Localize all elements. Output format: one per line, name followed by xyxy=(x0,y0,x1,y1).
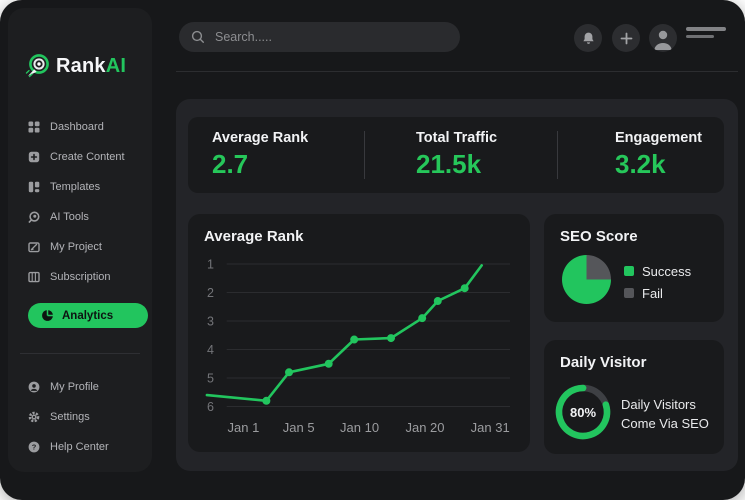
sidebar-divider xyxy=(20,353,140,354)
stat-value: 3.2k xyxy=(615,149,666,179)
svg-text:1: 1 xyxy=(207,258,214,272)
svg-text:Jan 31: Jan 31 xyxy=(471,420,510,435)
menu-button[interactable] xyxy=(686,27,726,38)
sidebar-item-settings[interactable]: Settings xyxy=(8,402,152,432)
gear-icon xyxy=(28,411,40,423)
daily-card-title: Daily Visitor xyxy=(560,354,647,371)
donut-percentage: 80% xyxy=(569,404,597,420)
svg-text:4: 4 xyxy=(207,343,214,357)
legend-item-success: Success xyxy=(624,260,691,282)
stat-label: Engagement xyxy=(615,130,703,146)
sidebar-item-dashboard[interactable]: Dashboard xyxy=(8,112,152,142)
svg-text:5: 5 xyxy=(207,372,214,386)
seo-score-card: SEO Score Success Fail xyxy=(544,214,724,322)
average-rank-line-chart: 1 2 3 4 5 6 Jan 1 Jan 5 Jan 10 Jan 20 Jan 31 xyxy=(205,258,510,435)
seo-card-title: SEO Score xyxy=(560,228,638,245)
help-icon: ? xyxy=(28,441,40,453)
success-swatch xyxy=(624,266,634,276)
seo-pie-chart xyxy=(562,255,611,304)
stat-value: 21.5k xyxy=(416,149,482,179)
fail-swatch xyxy=(624,288,634,298)
stat-label: Total Traffic xyxy=(416,130,498,146)
my-project-icon xyxy=(28,242,40,253)
ai-tools-icon xyxy=(28,211,40,223)
stats-card: Average Rank 2.7 Total Traffic 21.5k Eng… xyxy=(188,117,724,193)
sidebar-footer-nav: My Profile Settings ? Help Center xyxy=(8,372,152,462)
create-content-icon xyxy=(28,151,40,163)
svg-text:6: 6 xyxy=(207,400,214,414)
sidebar-item-subscription[interactable]: Subscription xyxy=(8,262,152,292)
plus-icon xyxy=(620,32,632,44)
sidebar-item-my-profile[interactable]: My Profile xyxy=(8,372,152,402)
header-divider xyxy=(176,71,738,72)
profile-icon xyxy=(28,381,40,393)
sidebar-item-help-center[interactable]: ? Help Center xyxy=(8,432,152,462)
svg-text:?: ? xyxy=(32,443,37,452)
search-input[interactable] xyxy=(213,29,448,45)
svg-text:2: 2 xyxy=(207,286,214,300)
stat-engagement: Engagement 3.2k xyxy=(557,117,724,193)
sidebar-item-analytics[interactable]: Analytics xyxy=(28,303,148,328)
daily-visitor-caption: Daily Visitors Come Via SEO xyxy=(621,397,709,431)
notifications-button[interactable] xyxy=(574,24,602,52)
average-rank-chart-card: Average Rank 1 2 3 4 5 6 Jan 1 Jan 5 Jan 10 Jan 2… xyxy=(188,214,530,452)
daily-visitor-donut: 80% xyxy=(553,382,613,442)
daily-visitor-card: Daily Visitor 80% Daily Visitors Come Vi… xyxy=(544,340,724,454)
search-icon xyxy=(191,30,204,43)
seo-legend: Success Fail xyxy=(624,260,691,304)
stat-divider xyxy=(557,131,558,179)
menu-icon xyxy=(686,27,726,31)
templates-icon xyxy=(28,181,40,193)
svg-text:Jan 1: Jan 1 xyxy=(228,420,260,435)
stat-average-rank: Average Rank 2.7 xyxy=(188,117,364,193)
sidebar: RankAI Dashboard Create Content Template… xyxy=(8,8,152,472)
rankai-logo-icon xyxy=(25,54,49,78)
sidebar-item-my-project[interactable]: My Project xyxy=(8,232,152,262)
bell-icon xyxy=(582,32,594,44)
stat-label: Average Rank xyxy=(212,130,309,146)
svg-text:Jan 10: Jan 10 xyxy=(340,420,379,435)
analytics-icon xyxy=(42,309,54,321)
svg-text:Jan 20: Jan 20 xyxy=(405,420,444,435)
search-bar[interactable] xyxy=(179,22,460,52)
stat-value: 2.7 xyxy=(212,149,249,179)
sidebar-item-templates[interactable]: Templates xyxy=(8,172,152,202)
brand-logo: RankAI xyxy=(8,8,152,80)
profile-button[interactable] xyxy=(649,24,677,52)
brand-name: RankAI xyxy=(56,54,127,77)
svg-text:Jan 5: Jan 5 xyxy=(283,420,315,435)
stat-divider xyxy=(364,131,365,179)
sidebar-nav: Dashboard Create Content Templates AI To… xyxy=(8,112,152,328)
subscription-icon xyxy=(28,271,40,283)
app-window: RankAI Dashboard Create Content Template… xyxy=(0,0,745,500)
sidebar-item-ai-tools[interactable]: AI Tools xyxy=(8,202,152,232)
avatar-icon xyxy=(654,30,672,50)
main-panel: Average Rank 2.7 Total Traffic 21.5k Eng… xyxy=(176,99,738,471)
add-button[interactable] xyxy=(612,24,640,52)
legend-item-fail: Fail xyxy=(624,282,691,304)
dashboard-icon xyxy=(28,121,40,133)
sidebar-item-create-content[interactable]: Create Content xyxy=(8,142,152,172)
svg-text:3: 3 xyxy=(207,315,214,329)
stat-total-traffic: Total Traffic 21.5k xyxy=(364,117,557,193)
